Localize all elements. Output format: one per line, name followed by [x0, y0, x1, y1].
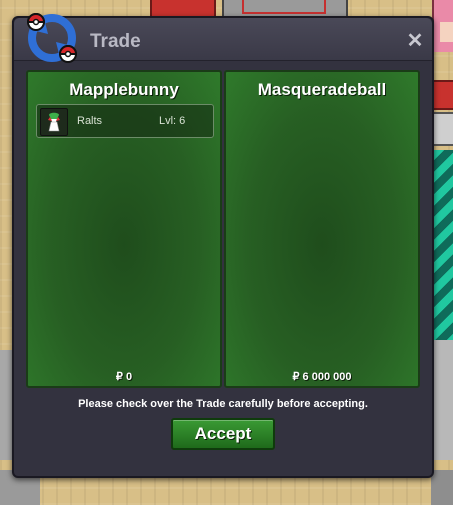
trade-window: Trade ✕ Mapplebunny Ralts Lvl: 6 ₽ 0 Mas…: [12, 13, 434, 478]
offer-panel-right: Masqueradeball ₽ 6 000 000: [224, 70, 420, 388]
player-name-right: Masqueradeball: [257, 80, 387, 99]
world-machine-detail: [242, 0, 326, 14]
money-offer-left: ₽ 0: [115, 371, 133, 383]
window-title: Trade: [90, 31, 141, 52]
world-teal-wall: [431, 150, 453, 340]
money-offer-right: ₽ 6 000 000: [292, 371, 352, 383]
offered-pokemon-slot[interactable]: Ralts Lvl: 6: [36, 104, 214, 138]
world-grey-block: [431, 112, 453, 146]
ralts-pokemon-icon: [40, 108, 68, 136]
pokemon-level: Lvl: 6: [159, 115, 186, 127]
close-icon[interactable]: ✕: [406, 31, 424, 51]
world-grey-ground: [431, 470, 453, 505]
player-name-left: Mapplebunny: [69, 80, 179, 99]
offer-panel-left: Mapplebunny Ralts Lvl: 6 ₽ 0: [26, 70, 222, 388]
world-player-face: [440, 22, 453, 42]
trade-exchange-icon: [26, 13, 78, 63]
pokemon-name: Ralts: [77, 115, 103, 127]
trade-notice: Please check over the Trade carefully be…: [78, 398, 368, 410]
world-grey-wall: [431, 340, 453, 460]
accept-button[interactable]: Accept: [171, 418, 275, 450]
world-red-block: [431, 80, 453, 110]
